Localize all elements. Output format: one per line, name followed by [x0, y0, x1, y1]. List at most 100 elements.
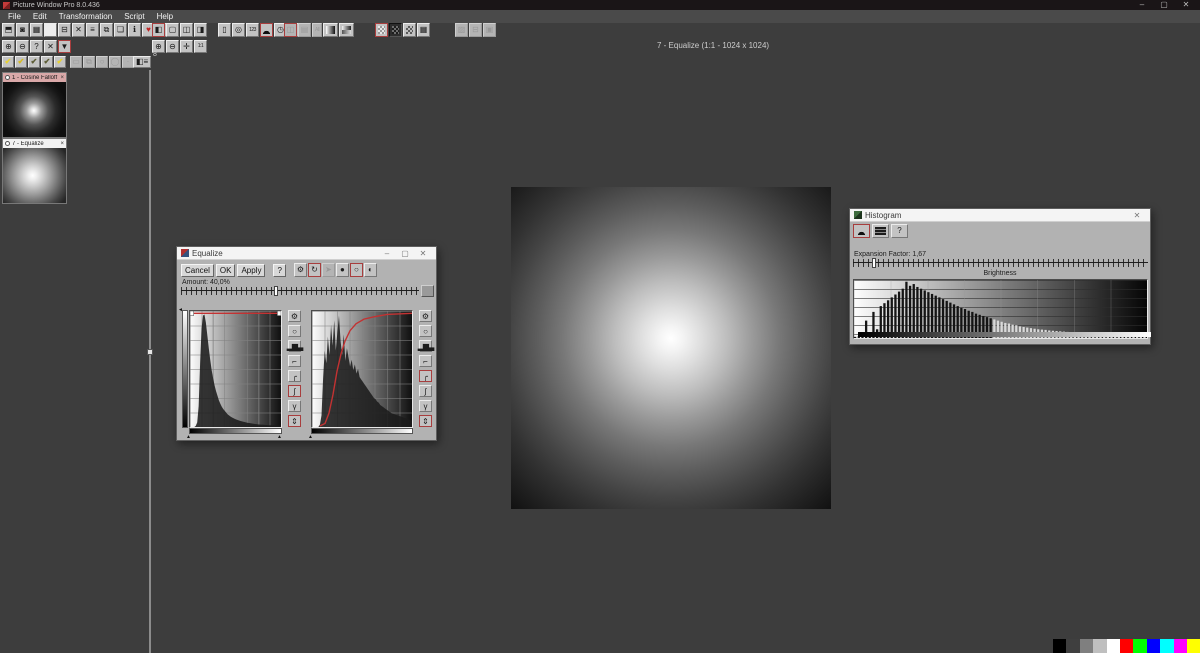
- amount-slider-thumb[interactable]: [274, 286, 278, 296]
- mask-view-button[interactable]: ▨: [455, 23, 468, 37]
- menu-help[interactable]: Help: [151, 10, 179, 23]
- out-histogram-icon[interactable]: ▂▆▃: [419, 340, 432, 352]
- midtone-button[interactable]: ◐: [364, 263, 377, 277]
- histwin-help-button[interactable]: ?: [891, 224, 908, 238]
- info-button[interactable]: ℹ: [128, 23, 141, 37]
- dialog-titlebar[interactable]: Equalize –▢✕: [177, 247, 436, 260]
- histogram-window[interactable]: Histogram ✕ ? Expansion Factor: 1,67 Bri…: [849, 208, 1151, 345]
- mask-copy-button[interactable]: ⧉: [83, 56, 95, 68]
- mask-check-3-button[interactable]: ✔: [28, 56, 40, 68]
- thumbnail-image[interactable]: [3, 148, 66, 203]
- view-zoom-out-button[interactable]: ⊖: [166, 40, 179, 53]
- open-image-button[interactable]: ⬒: [2, 23, 15, 37]
- zoom-in-button[interactable]: ⊕: [2, 40, 15, 53]
- white-point-button[interactable]: ○: [350, 263, 363, 277]
- pane-left-button[interactable]: ◧: [152, 23, 165, 37]
- curve-updown-icon[interactable]: ⇕: [288, 415, 301, 427]
- actual-size-button[interactable]: 1:1: [194, 40, 207, 53]
- mask-trash-button[interactable]: ▭: [70, 56, 82, 68]
- pane-split-button[interactable]: ◫: [180, 23, 193, 37]
- new-image-button[interactable]: ◙: [16, 23, 29, 37]
- pane-full-button[interactable]: ▢: [166, 23, 179, 37]
- divider-handle[interactable]: [147, 349, 153, 355]
- histogram-display-button[interactable]: [853, 224, 870, 238]
- mask-circle-button[interactable]: ◯: [109, 56, 121, 68]
- mask-options-button[interactable]: ◧≡: [133, 56, 151, 68]
- proof-button[interactable]: ⊟: [469, 23, 482, 37]
- thumbnail-titlebar[interactable]: 1 - Cosine Falloff ×: [3, 73, 66, 82]
- compare-button[interactable]: ◫: [284, 23, 297, 37]
- app-maximize-button[interactable]: ▢: [1153, 0, 1175, 10]
- grid-view-button[interactable]: ▤: [298, 23, 311, 37]
- capture-button[interactable]: ▦: [30, 23, 43, 37]
- thumbnail-cosine-falloff[interactable]: 1 - Cosine Falloff ×: [2, 72, 67, 138]
- swatch-dark-gray[interactable]: [1066, 639, 1079, 653]
- input-transfer-curve[interactable]: [190, 311, 281, 427]
- close-icon[interactable]: ×: [60, 141, 64, 147]
- expansion-slider-thumb[interactable]: [872, 258, 876, 268]
- pixel-grid-button[interactable]: ▦: [417, 23, 430, 37]
- settings-button[interactable]: ⚙: [294, 263, 307, 277]
- app-minimize-button[interactable]: –: [1131, 0, 1153, 10]
- readout-123-button[interactable]: 123: [246, 23, 259, 37]
- mask-check-4-button[interactable]: ✔: [41, 56, 53, 68]
- histogram-tool-button[interactable]: [260, 23, 273, 37]
- app-close-button[interactable]: ✕: [1175, 0, 1197, 10]
- double-gradient-button[interactable]: [339, 23, 354, 37]
- delete-button[interactable]: ✕: [72, 23, 85, 37]
- radio-icon[interactable]: [5, 141, 10, 146]
- auto-apply-button[interactable]: ➤: [322, 263, 335, 277]
- mask-ellipse-button[interactable]: ○: [96, 56, 108, 68]
- fit-view-button[interactable]: ✛: [180, 40, 193, 53]
- cancel-button[interactable]: Cancel: [181, 264, 214, 277]
- dialog-close-button[interactable]: ✕: [414, 249, 432, 258]
- range-marker[interactable]: ◄: [178, 308, 183, 313]
- swatch-light-gray[interactable]: [1093, 639, 1106, 653]
- thumbnail-equalize[interactable]: 7 - Equalize ×: [2, 138, 67, 204]
- radio-icon[interactable]: [5, 75, 10, 80]
- curve-arc-icon[interactable]: ╭: [288, 370, 301, 382]
- out-scurve-icon[interactable]: ∫: [419, 385, 432, 397]
- curve-step-icon[interactable]: ⌐: [288, 355, 301, 367]
- menu-list-button[interactable]: ≡: [86, 23, 99, 37]
- dialog-minimize-button[interactable]: –: [378, 249, 396, 258]
- close-icon[interactable]: ×: [60, 75, 64, 81]
- copy-button[interactable]: ⧉: [100, 23, 113, 37]
- swatch-magenta[interactable]: [1174, 639, 1187, 653]
- expansion-slider[interactable]: [853, 259, 1148, 267]
- input-histogram-plot[interactable]: [189, 310, 282, 428]
- curve-settings-icon[interactable]: ⚙: [288, 310, 301, 322]
- out-circle-icon[interactable]: ○: [419, 325, 432, 337]
- swatch-green[interactable]: [1133, 639, 1146, 653]
- apply-button[interactable]: Apply: [237, 264, 265, 277]
- menu-transformation[interactable]: Transformation: [53, 10, 119, 23]
- out-arc-icon[interactable]: ╭: [419, 370, 432, 382]
- transparency-dark-button[interactable]: [389, 23, 402, 37]
- magnifier-button[interactable]: ◎: [232, 23, 245, 37]
- dialog-help-button[interactable]: ?: [273, 264, 285, 277]
- curve-histogram-icon[interactable]: ▂▆▃: [288, 340, 301, 352]
- refresh-button[interactable]: ↻: [308, 263, 321, 277]
- menu-file[interactable]: File: [2, 10, 27, 23]
- menu-script[interactable]: Script: [118, 10, 150, 23]
- range-marker[interactable]: ▲: [277, 435, 282, 440]
- mask-check-5-button[interactable]: ✔: [54, 56, 66, 68]
- histwin-close-button[interactable]: ✕: [1128, 211, 1146, 220]
- transparency-light-button[interactable]: [375, 23, 388, 37]
- black-point-button[interactable]: ●: [336, 263, 349, 277]
- print-button[interactable]: ⊟: [58, 23, 71, 37]
- ok-button[interactable]: OK: [216, 264, 236, 277]
- swatch-white[interactable]: [1107, 639, 1120, 653]
- curve-scurve-icon[interactable]: ∫: [288, 385, 301, 397]
- blank-button[interactable]: [44, 23, 57, 37]
- image-canvas[interactable]: [511, 187, 831, 509]
- table-display-button[interactable]: [872, 224, 889, 238]
- transparency-mid-button[interactable]: [403, 23, 416, 37]
- range-marker[interactable]: ▲: [186, 435, 191, 440]
- histwin-titlebar[interactable]: Histogram ✕: [850, 209, 1150, 222]
- equalize-dialog[interactable]: Equalize –▢✕ Cancel OK Apply ? ⚙↻➤●○◐ Am…: [176, 246, 437, 441]
- probe-button[interactable]: ▯: [218, 23, 231, 37]
- texture-button[interactable]: ▣: [483, 23, 496, 37]
- slider-box-button[interactable]: [421, 285, 434, 297]
- menu-edit[interactable]: Edit: [27, 10, 53, 23]
